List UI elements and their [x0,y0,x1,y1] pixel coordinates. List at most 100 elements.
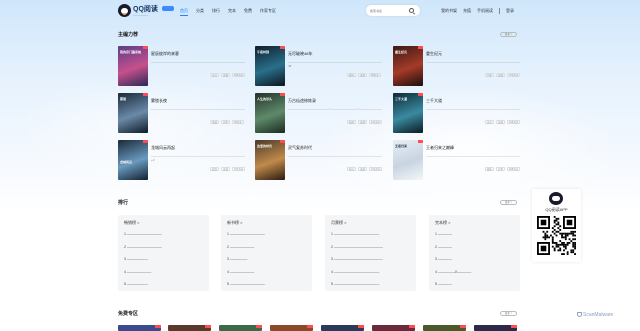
word-count: 188万字 [507,167,521,171]
rank-item[interactable]: 4 ——————— [124,270,162,283]
rank-panel-title[interactable]: 畅销榜 > [124,220,139,226]
cover-title: 龙城风云 [120,160,133,164]
genre-tag[interactable]: 悬疑 [210,120,220,124]
thumb-tag [511,325,517,328]
cover-title: 重生纪元 [395,50,408,54]
book-title[interactable]: 万古仙途修炼录 [288,98,316,104]
rank-panel-title[interactable]: 月票榜 > [331,220,346,226]
rank-panel-title[interactable]: 完本榜 > [435,220,450,226]
genre-tag[interactable]: 玄幻 [485,120,495,124]
rank-item[interactable]: 2 ———— [435,245,471,258]
book-cover[interactable]: 三千大道 [393,93,423,133]
rank-item[interactable]: 3 —————— [124,257,162,270]
book-thumbnail[interactable] [372,325,415,331]
book-title[interactable]: 王者归来之巅峰 [426,145,454,151]
book-title[interactable]: 灵气复苏时代 [288,145,312,151]
book-title[interactable]: 重生纪元 [426,51,442,57]
recharge-link[interactable]: 充值 [463,8,471,14]
word-count: 210万字 [369,167,383,171]
ranking-more-button[interactable]: 更多 > [500,200,517,205]
book-card[interactable]: 这里的时光 灵气复苏时代 —————————————————————————————… [255,140,383,180]
rank-item[interactable]: 3 ———— [435,257,471,270]
word-count: 131万字 [369,120,383,124]
rank-panel-title[interactable]: 新书榜 > [227,220,242,226]
book-meta: 武侠 连载 347万字 [210,167,246,171]
genre-tag[interactable]: 都市 [347,73,357,77]
rank-item[interactable]: 1 —————————— [227,232,265,245]
bottom-more-button[interactable]: 更多 > [500,311,517,316]
book-cover[interactable]: 人生的尽头 [255,93,285,133]
book-cover[interactable]: 王者归来 [393,140,423,180]
nav-category[interactable]: 分类 [196,8,204,16]
login-link[interactable]: 登录 [506,8,514,14]
logo[interactable]: QQ阅读 ————— [118,3,174,19]
nav-finished[interactable]: 完本 [228,8,236,16]
book-title[interactable]: 星辰彼岸的来客 [151,51,179,57]
rank-item[interactable]: 4 ——————— [227,270,265,283]
rank-item[interactable]: 1 ————————————— [331,232,383,245]
book-title[interactable]: 龙城风云再起 [151,145,175,151]
rank-item[interactable]: 1 ———— [435,232,471,245]
book-meta: 玄幻 连载 128万字 [485,120,521,124]
rank-item[interactable]: 4 —————II———— [435,270,471,283]
cover-title: 雾锁 [120,97,127,101]
rank-item[interactable]: 2 ——————— [227,245,265,258]
nav-ranking[interactable]: 排行 [212,8,220,16]
book-card[interactable]: 我的宗门靠系统 星辰彼岸的来客 ——————————————————————————… [118,46,246,86]
word-count: 347万字 [232,167,246,171]
nav-author[interactable]: 作家专区 [260,8,276,16]
book-card[interactable]: 重生纪元 重生纪元 ————————————————————————————————… [393,46,521,86]
thumb-tag [409,325,415,328]
rank-item[interactable]: 2 —————————————— [331,245,383,258]
book-card[interactable]: 午夜时刻 无尽破晓48年 —————————————————————————————… [255,46,383,86]
genre-tag[interactable]: 玄幻 [210,73,220,77]
rank-item[interactable]: 4 ————————————— [331,270,383,283]
book-thumbnail[interactable] [118,325,161,331]
rank-item[interactable]: 3 —————————————— [331,257,383,270]
book-thumbnail[interactable] [219,325,262,331]
book-title[interactable]: 无尽破晓48年 [288,51,312,57]
book-cover[interactable]: 重生纪元 [393,46,423,86]
book-thumbnail[interactable] [321,325,364,331]
status-tag: 连载 [358,73,368,77]
bookshelf-link[interactable]: 我的书架 [441,8,457,14]
book-cover[interactable]: 这里的时光 [255,140,285,180]
status-tag: 完本 [496,167,506,171]
nav-free[interactable]: 免费 [244,8,252,16]
book-thumbnail[interactable] [423,325,466,331]
book-cover[interactable]: 我的宗门靠系统 [118,46,148,86]
featured-more-button[interactable]: 更多 > [500,32,517,37]
book-title[interactable]: 雾锁长夜 [151,98,167,104]
book-cover[interactable]: 龙城风云 [118,140,148,180]
rank-item[interactable]: 2 —————————— [124,245,162,258]
genre-tag[interactable]: 科幻 [347,167,357,171]
genre-tag[interactable]: 历史 [485,73,495,77]
rank-item[interactable]: 5 ———— [435,282,471,295]
book-thumbnail[interactable] [474,325,517,331]
book-card[interactable]: 三千大道 三千大道 ————————————————————————————————… [393,93,521,133]
nav-home[interactable]: 首页 [180,8,188,16]
rank-item[interactable]: 3 ————— [227,257,265,270]
book-thumbnail[interactable] [270,325,313,331]
rank-item[interactable]: 1 —————————— [124,232,162,245]
book-cover[interactable]: 雾锁 [118,93,148,133]
book-description: ————————————————————————————————————————… [151,60,245,64]
book-card[interactable]: 雾锁 雾锁长夜 ——————————————————————————————————… [118,93,246,133]
book-title[interactable]: 三千大道 [426,98,442,104]
book-card[interactable]: 龙城风云 龙城风云再起 ——————————————————————————————… [118,140,246,180]
rank-item[interactable]: 5 —————— [124,282,162,295]
book-card[interactable]: 人生的尽头 万古仙途修炼录 ——————————————"—————————"———… [255,93,383,133]
rank-item[interactable]: 5 —————————— [227,282,265,295]
search-icon[interactable] [409,8,414,13]
mobile-link[interactable]: 手机阅读 [477,8,493,14]
genre-tag[interactable]: 都市 [485,167,495,171]
rank-item[interactable]: 5 ————————————— [331,282,383,295]
cover-title: 三千大道 [395,97,408,101]
cover-title: 午夜时刻 [257,50,270,54]
book-thumbnail[interactable] [168,325,211,331]
book-cover[interactable]: 午夜时刻 [255,46,285,86]
book-card[interactable]: 王者归来 王者归来之巅峰 —————————————————————————————… [393,140,521,180]
genre-tag[interactable]: 武侠 [210,167,220,171]
genre-tag[interactable]: 仙侠 [347,120,357,124]
search-input[interactable] [370,8,406,13]
